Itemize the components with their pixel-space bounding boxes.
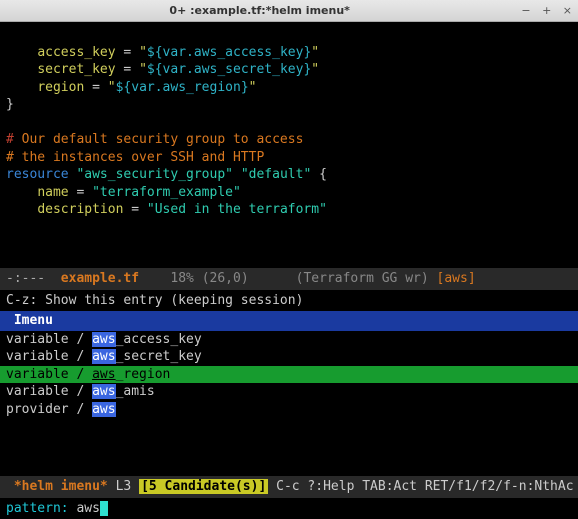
match-highlight: aws — [92, 367, 115, 382]
helm-candidate[interactable]: variable / aws_amis — [0, 383, 578, 401]
tf-string: "terraform_example" — [92, 185, 241, 200]
match-highlight: aws — [92, 384, 115, 399]
helm-candidate[interactable]: provider / aws — [0, 401, 578, 419]
aws-indicator: aws — [444, 271, 467, 286]
helm-candidate[interactable]: variable / aws_access_key — [0, 331, 578, 349]
tf-string: "Used in the terraform" — [147, 202, 327, 217]
match-highlight: aws — [92, 402, 115, 417]
code-editor[interactable]: access_key = "${var.aws_access_key}" sec… — [0, 22, 578, 268]
helm-hint: C-z: Show this entry (keeping session) — [0, 290, 578, 312]
tf-interp: ${var.aws_secret_key} — [147, 62, 311, 77]
helm-candidate-count: [5 Candidate(s)] — [139, 479, 268, 494]
helm-line-number: L3 — [108, 479, 139, 494]
tf-attr-key: secret_key — [37, 62, 115, 77]
helm-candidates[interactable]: variable / aws_access_key variable / aws… — [0, 331, 578, 419]
window-titlebar: 0+ :example.tf:*helm imenu* − + × — [0, 0, 578, 22]
helm-mode-line: *helm imenu* L3 [5 Candidate(s)] C-c ?:H… — [0, 476, 578, 498]
tf-attr-key: region — [37, 80, 84, 95]
tf-attr-key: access_key — [37, 45, 115, 60]
tf-keyword: resource — [6, 167, 69, 182]
empty-area — [0, 418, 578, 476]
window-title: 0+ :example.tf:*helm imenu* — [6, 4, 513, 17]
helm-keybind-help: C-c ?:Help TAB:Act RET/f1/f2/f-n:NthAc — [268, 479, 573, 494]
window-controls: − + × — [513, 4, 572, 17]
tf-resource-type: "aws_security_group" — [76, 167, 233, 182]
pattern-input[interactable]: aws — [76, 501, 99, 516]
buffer-name: example.tf — [61, 271, 139, 286]
major-mode: Terraform GG wr — [303, 271, 420, 286]
match-highlight: aws — [92, 349, 115, 364]
brace-close: } — [6, 97, 14, 112]
comment-line: Our default security group to access — [14, 132, 304, 147]
comment-line: # the instances over SSH and HTTP — [6, 150, 264, 165]
cursor-position: 18% (26,0) — [170, 271, 248, 286]
helm-candidate-selected[interactable]: variable / aws_region — [0, 366, 578, 384]
close-icon[interactable]: × — [563, 4, 572, 17]
tf-interp: ${var.aws_region} — [116, 80, 249, 95]
minibuffer[interactable]: pattern: aws — [0, 498, 578, 519]
helm-candidate[interactable]: variable / aws_secret_key — [0, 348, 578, 366]
helm-buffer-name: *helm imenu* — [14, 479, 108, 494]
tf-interp: ${var.aws_access_key} — [147, 45, 311, 60]
maximize-icon[interactable]: + — [542, 4, 551, 17]
minimize-icon[interactable]: − — [521, 4, 530, 17]
indent — [6, 45, 37, 60]
helm-source-header: Imenu — [0, 311, 578, 331]
pattern-prompt: pattern: — [6, 501, 76, 516]
mode-line: -:--- example.tf 18% (26,0) (Terraform G… — [0, 268, 578, 290]
match-highlight: aws — [92, 332, 115, 347]
text-cursor — [100, 501, 108, 516]
tf-attr-key: description — [37, 202, 123, 217]
tf-resource-name: "default" — [241, 167, 311, 182]
tf-attr-key: name — [37, 185, 68, 200]
